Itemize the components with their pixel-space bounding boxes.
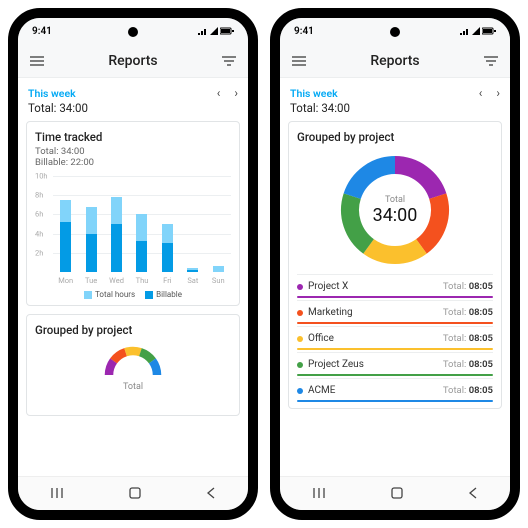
project-bar (297, 296, 493, 298)
phone-left: 9:41 Reports This week ‹ › Total: 34:00 (8, 8, 258, 520)
project-total: Total: 08:05 (443, 359, 493, 370)
grouped-title: Grouped by project (35, 323, 231, 337)
project-total: Total: 08:05 (443, 333, 493, 344)
project-row[interactable]: Marketing Total: 08:05 (297, 300, 493, 324)
date-range-selector[interactable]: This week (290, 87, 338, 100)
total-row: Total: 34:00 (288, 100, 502, 121)
status-time: 9:41 (294, 26, 314, 37)
project-name: ACME (308, 385, 335, 396)
bar-thu: Thu (136, 176, 147, 272)
filter-icon (484, 56, 498, 66)
project-color-dot (297, 336, 303, 342)
nav-back-button[interactable] (206, 484, 216, 503)
prev-range-button[interactable]: ‹ (479, 86, 483, 100)
signal-full-icon (210, 27, 218, 35)
date-range-row: This week ‹ › (288, 82, 502, 100)
project-name: Office (308, 333, 334, 344)
project-bar (297, 374, 493, 376)
status-icons (198, 27, 234, 35)
project-name: Project X (308, 281, 348, 292)
project-total: Total: 08:05 (443, 385, 493, 396)
project-color-dot (297, 284, 303, 290)
grouped-title: Grouped by project (297, 130, 493, 144)
android-nav-bar (280, 476, 510, 510)
android-nav-bar (18, 476, 248, 510)
date-range-selector[interactable]: This week (28, 87, 76, 100)
bar-wed: Wed (111, 176, 122, 272)
signal-icon (460, 27, 470, 35)
total-row: Total: 34:00 (26, 100, 240, 121)
donut-chart-half: Total (73, 343, 193, 407)
legend-swatch-billable (145, 291, 153, 299)
card-total: Total: 34:00 (35, 146, 231, 157)
donut-center-label: Total (123, 382, 143, 392)
bar-sun: Sun (213, 176, 224, 272)
project-row[interactable]: Project Zeus Total: 08:05 (297, 352, 493, 376)
content-scroll[interactable]: This week ‹ › Total: 34:00 Time tracked … (18, 78, 248, 476)
donut-chart-full: Total 34:00 (335, 150, 455, 270)
top-bar: Reports (18, 44, 248, 78)
project-bar (297, 400, 493, 402)
date-range-row: This week ‹ › (26, 82, 240, 100)
page-title: Reports (370, 53, 419, 69)
hamburger-icon (30, 56, 44, 66)
bar-fri: Fri (162, 176, 173, 272)
project-total: Total: 08:05 (443, 307, 493, 318)
filter-button[interactable] (220, 52, 238, 70)
nav-back-button[interactable] (468, 484, 478, 503)
battery-icon (482, 27, 496, 35)
menu-button[interactable] (290, 52, 308, 70)
project-color-dot (297, 362, 303, 368)
filter-icon (222, 56, 236, 66)
project-total: Total: 08:05 (443, 281, 493, 292)
project-bar (297, 322, 493, 324)
filter-button[interactable] (482, 52, 500, 70)
time-tracked-card: Time tracked Total: 34:00 Billable: 22:0… (26, 121, 240, 306)
status-time: 9:41 (32, 26, 52, 37)
signal-full-icon (472, 27, 480, 35)
grouped-card-right: Grouped by project Total 34:00 Project X… (288, 121, 502, 409)
nav-recent-button[interactable] (50, 484, 64, 503)
grouped-card-left: Grouped by project Total (26, 314, 240, 416)
bar-chart-legend: Total hours Billable (35, 290, 231, 299)
nav-recent-button[interactable] (312, 484, 326, 503)
camera-notch (390, 27, 400, 37)
status-icons (460, 27, 496, 35)
card-billable: Billable: 22:00 (35, 157, 231, 168)
project-row[interactable]: Office Total: 08:05 (297, 326, 493, 350)
phone-right: 9:41 Reports This week ‹ › Total: 34:00 (270, 8, 520, 520)
hamburger-icon (292, 56, 306, 66)
next-range-button[interactable]: › (496, 86, 500, 100)
project-color-dot (297, 388, 303, 394)
nav-home-button[interactable] (129, 484, 141, 503)
donut-center-value: 34:00 (373, 205, 418, 226)
bar-chart: 2h4h6h8h10hMonTueWedThuFriSatSun (35, 176, 231, 286)
bar-mon: Mon (60, 176, 71, 272)
page-title: Reports (108, 53, 157, 69)
menu-button[interactable] (28, 52, 46, 70)
top-bar: Reports (280, 44, 510, 78)
content-scroll[interactable]: This week ‹ › Total: 34:00 Grouped by pr… (280, 78, 510, 476)
project-list: Project X Total: 08:05 Marketing Total: 08:… (297, 274, 493, 402)
signal-icon (198, 27, 208, 35)
project-color-dot (297, 310, 303, 316)
project-name: Project Zeus (308, 359, 364, 370)
project-row[interactable]: Project X Total: 08:05 (297, 274, 493, 298)
bar-sat: Sat (187, 176, 198, 272)
camera-notch (128, 27, 138, 37)
donut-center-label: Total (385, 195, 405, 205)
card-title: Time tracked (35, 130, 231, 144)
next-range-button[interactable]: › (234, 86, 238, 100)
bar-tue: Tue (86, 176, 97, 272)
project-name: Marketing (308, 307, 353, 318)
project-bar (297, 348, 493, 350)
prev-range-button[interactable]: ‹ (217, 86, 221, 100)
legend-swatch-total (84, 291, 92, 299)
battery-icon (220, 27, 234, 35)
project-row[interactable]: ACME Total: 08:05 (297, 378, 493, 402)
nav-home-button[interactable] (391, 484, 403, 503)
